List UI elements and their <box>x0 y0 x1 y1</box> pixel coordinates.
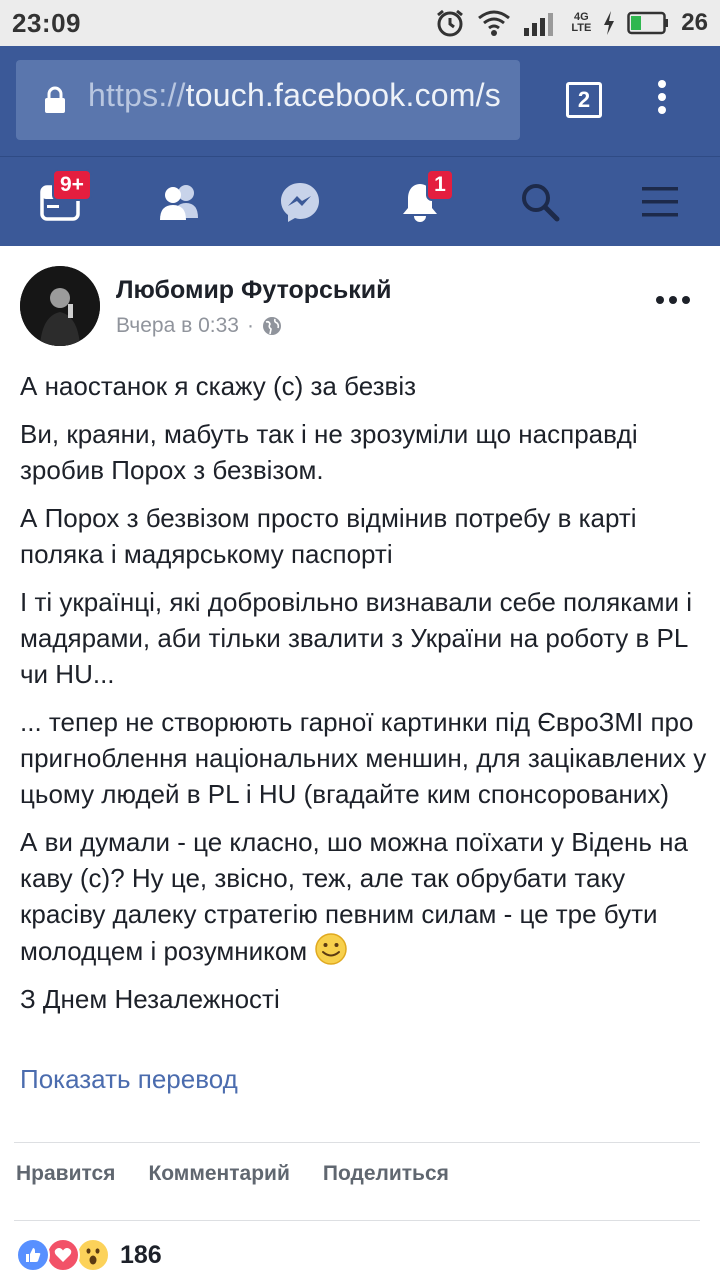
reactions-summary[interactable]: 186 <box>16 1238 162 1272</box>
nav-search[interactable] <box>480 157 600 247</box>
address-bar[interactable]: https://touch.facebook.com/s <box>16 60 520 140</box>
post-paragraph: ... тепер не створюють гарної картинки п… <box>20 707 707 809</box>
charging-icon <box>604 11 615 35</box>
meta-separator: · <box>247 314 254 337</box>
friends-icon <box>160 185 198 220</box>
post-text: А наостанок я скажу (с) за безвіз Ви, кр… <box>20 368 710 1029</box>
wow-reaction-icon <box>76 1238 110 1272</box>
nav-messenger[interactable] <box>240 157 360 247</box>
nav-menu[interactable] <box>600 157 720 247</box>
notifications-badge: 1 <box>426 169 454 201</box>
browser-toolbar: https://touch.facebook.com/s 2 <box>0 46 720 156</box>
post-paragraph: Ви, краяни, мабуть так і не зрозуміли що… <box>20 419 638 485</box>
lock-icon <box>45 86 65 113</box>
alarm-icon <box>437 9 464 37</box>
post-meta: Вчера в 0:33 · <box>116 314 282 338</box>
post-paragraph: З Днем Незалежності <box>20 984 280 1014</box>
url-text[interactable]: https://touch.facebook.com/s <box>88 77 501 114</box>
divider <box>14 1142 700 1143</box>
globe-icon <box>263 317 281 335</box>
like-button[interactable]: Нравится <box>16 1162 115 1186</box>
wifi-icon <box>478 10 511 36</box>
nav-friends[interactable] <box>120 157 240 247</box>
messenger-icon <box>281 183 319 222</box>
divider <box>14 1220 700 1221</box>
news-feed-badge: 9+ <box>52 169 92 201</box>
url-protocol: https:// <box>88 77 186 113</box>
search-icon <box>522 184 560 222</box>
love-reaction-icon <box>46 1238 80 1272</box>
post-options-icon[interactable] <box>656 296 690 304</box>
post-paragraph: І ті українці, які добровільно визнавали… <box>20 587 693 689</box>
post-actions: Нравится Комментарий Поделиться <box>16 1162 449 1186</box>
post-author[interactable]: Любомир Футорський <box>116 276 392 305</box>
like-reaction-icon <box>16 1238 50 1272</box>
post-paragraph-with-emoji: А ви думали - це класно, шо можна поїхат… <box>20 824 710 969</box>
post-time[interactable]: Вчера в 0:33 <box>116 314 239 338</box>
share-button[interactable]: Поделиться <box>323 1162 449 1186</box>
post-paragraph: А Порох з безвізом просто відмінив потре… <box>20 503 637 569</box>
facebook-nav-bar: 9+ 1 <box>0 156 720 246</box>
battery-icon <box>627 11 669 35</box>
translate-link[interactable]: Показать перевод <box>20 1064 238 1095</box>
status-bar: 23:09 4G LTE 26 <box>0 0 720 46</box>
reaction-count: 186 <box>120 1240 162 1269</box>
post-paragraph: А наостанок я скажу (с) за безвіз <box>20 371 417 401</box>
network-type: 4G LTE <box>571 11 592 34</box>
battery-level: 26 <box>681 9 708 36</box>
signal-icon <box>524 13 554 36</box>
avatar[interactable] <box>20 266 100 346</box>
menu-icon <box>642 187 678 217</box>
url-host: touch.facebook.com/s <box>185 77 501 113</box>
tabs-button[interactable]: 2 <box>566 82 602 118</box>
nav-news-feed[interactable]: 9+ <box>0 157 120 247</box>
post-paragraph: А ви думали - це класно, шо можна поїхат… <box>20 827 688 966</box>
status-time: 23:09 <box>12 8 81 38</box>
comment-button[interactable]: Комментарий <box>148 1162 289 1186</box>
smile-emoji-icon <box>315 933 348 965</box>
nav-notifications[interactable]: 1 <box>360 157 480 247</box>
browser-menu-icon[interactable] <box>652 80 672 120</box>
status-icons: 4G LTE 26 <box>435 6 708 40</box>
avatar-photo <box>20 266 100 346</box>
